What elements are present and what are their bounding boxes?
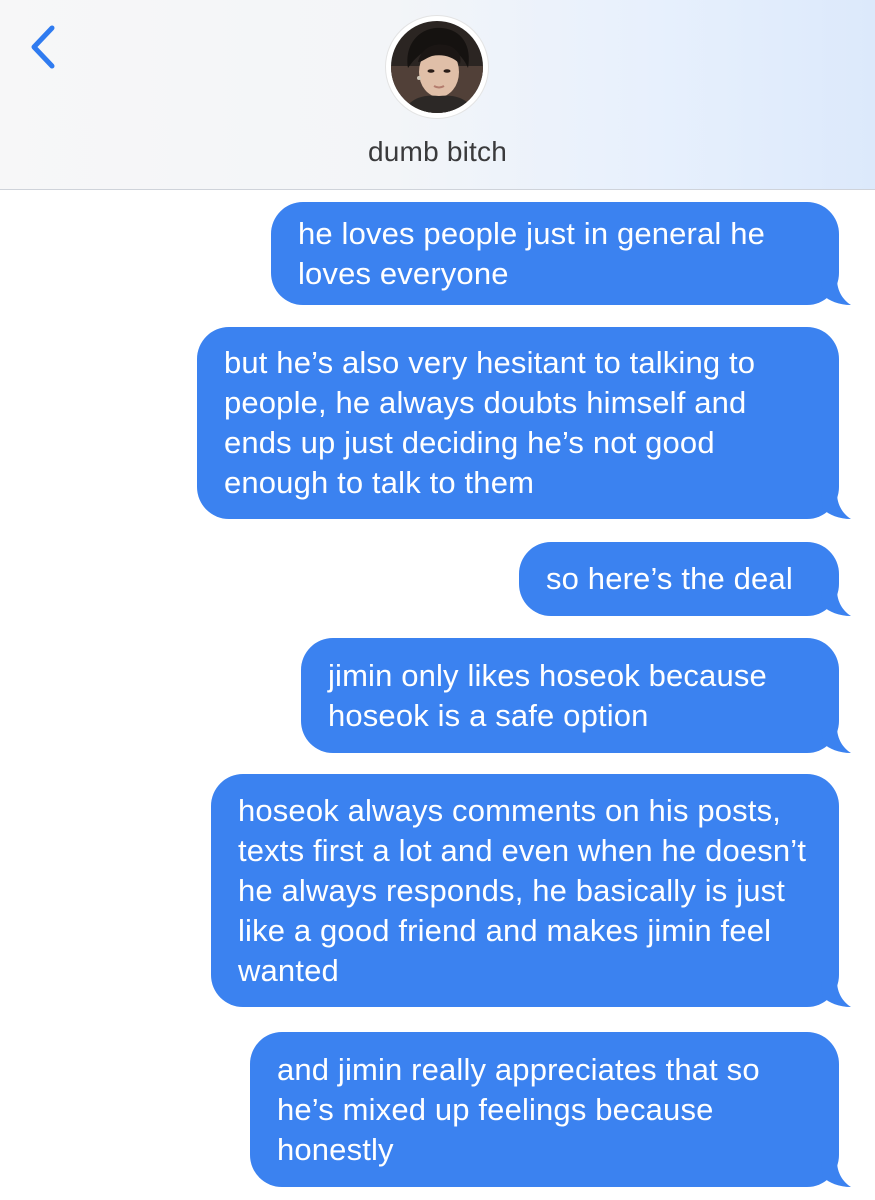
message-bubble-sent[interactable]: so here’s the deal: [519, 542, 851, 616]
bubble-tail: [821, 727, 851, 753]
bubble-tail: [821, 1161, 851, 1187]
message-bubble-sent[interactable]: jimin only likes hoseok because hoseok i…: [301, 638, 851, 753]
message-text: so here’s the deal: [546, 561, 793, 596]
message-text: he loves people just in general he loves…: [298, 215, 765, 291]
avatar[interactable]: [386, 16, 488, 118]
message-bubble-sent[interactable]: but he’s also very hesitant to talking t…: [197, 327, 851, 519]
back-button[interactable]: [22, 22, 66, 72]
contact-name[interactable]: dumb bitch: [0, 136, 875, 168]
message-bubble-sent[interactable]: he loves people just in general he loves…: [271, 202, 851, 305]
bubble-tail: [821, 981, 851, 1007]
message-text: hoseok always comments on his posts, tex…: [238, 792, 807, 988]
chevron-left-icon: [31, 25, 55, 69]
message-text: but he’s also very hesitant to talking t…: [224, 345, 756, 500]
conversation-header: dumb bitch: [0, 0, 875, 190]
bubble-tail: [821, 493, 851, 519]
message-bubble-sent[interactable]: hoseok always comments on his posts, tex…: [211, 774, 851, 1007]
message-text: jimin only likes hoseok because hoseok i…: [328, 657, 767, 733]
bubble-tail: [821, 590, 851, 616]
message-text: and jimin really appreciates that so he’…: [277, 1051, 760, 1167]
bubble-tail: [821, 279, 851, 305]
contact-avatar-icon: [391, 21, 483, 113]
message-bubble-sent[interactable]: and jimin really appreciates that so he’…: [250, 1032, 851, 1187]
message-thread: he loves people just in general he loves…: [0, 190, 875, 1200]
